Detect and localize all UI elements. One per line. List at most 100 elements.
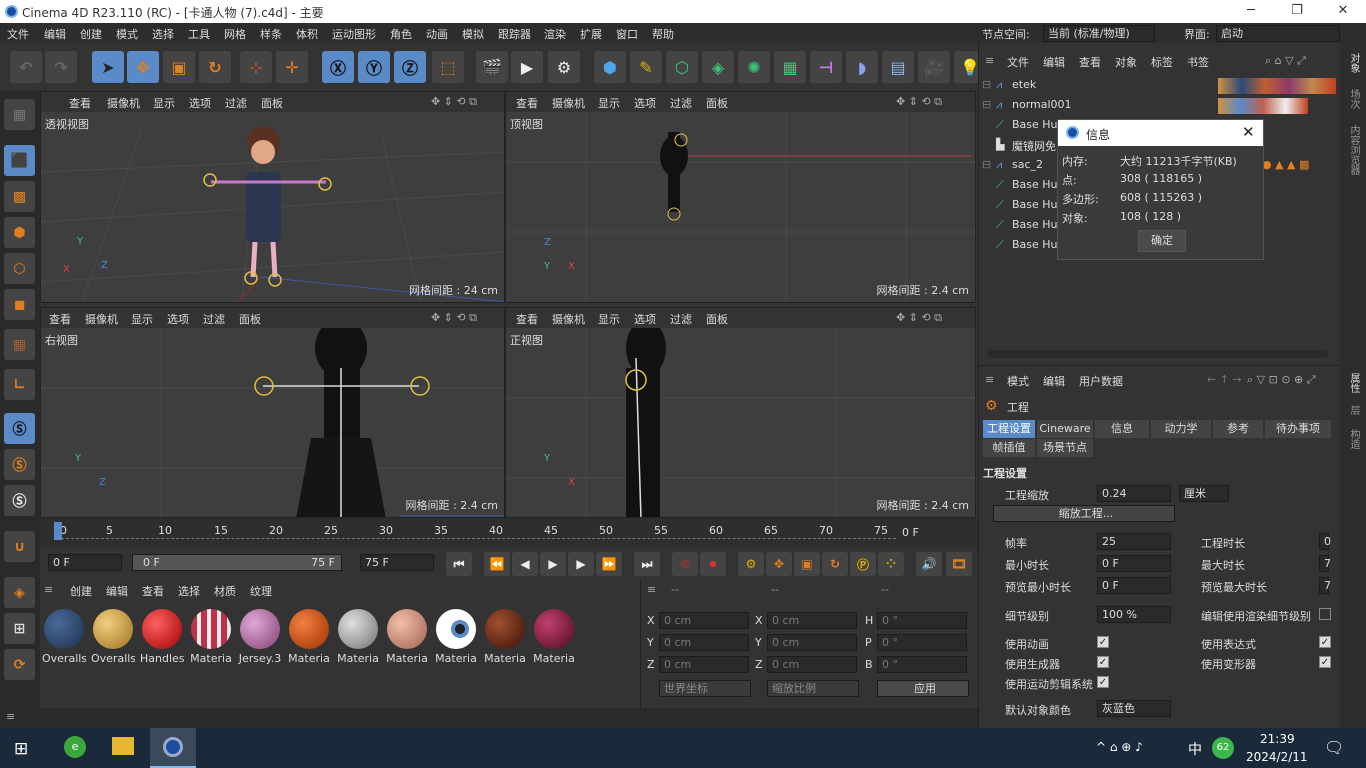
- viewport-perspective[interactable]: 查看 摄像机 显示 选项 过滤 面板 ✥ ⇕ ⟲ ⧉ 透视视图 Y X Z 网格…: [40, 91, 505, 303]
- rot-b-field[interactable]: 0 °: [877, 656, 967, 673]
- use-generators-checkbox[interactable]: ✓: [1097, 656, 1109, 668]
- menu-tracker[interactable]: 跟踪器: [498, 26, 531, 42]
- use-motion-system-checkbox[interactable]: ✓: [1097, 676, 1109, 688]
- right-tab-content-browser[interactable]: 内容浏览器: [1346, 125, 1361, 175]
- coordinate-system-icon[interactable]: ⬚: [432, 51, 464, 83]
- pen-icon[interactable]: ✎: [630, 51, 662, 83]
- preview-max-field[interactable]: 7: [1319, 577, 1331, 594]
- vp-menu-camera[interactable]: 摄像机: [85, 311, 118, 327]
- y-axis-lock-icon[interactable]: Ⓨ: [358, 51, 390, 83]
- mat-menu-material[interactable]: 材质: [214, 583, 236, 599]
- hamburger-icon[interactable]: ≡: [647, 583, 656, 596]
- size-x-field[interactable]: 0 cm: [767, 612, 857, 629]
- vp-menu-display[interactable]: 显示: [598, 311, 620, 327]
- film-icon[interactable]: 🎞: [946, 552, 972, 576]
- select-cursor-icon[interactable]: ➤: [92, 51, 124, 83]
- search-icon[interactable]: ⌕ ▽ ⊡ ⊙ ⊕ ⤢: [1247, 373, 1316, 387]
- array-icon[interactable]: ▦: [774, 51, 806, 83]
- rotate-icon[interactable]: ↻: [199, 51, 231, 83]
- mat-menu-create[interactable]: 创建: [70, 583, 92, 599]
- vp-menu-options[interactable]: 选项: [634, 311, 656, 327]
- horizontal-scrollbar[interactable]: [988, 350, 1328, 358]
- go-to-end-icon[interactable]: ⏭: [634, 552, 660, 576]
- vp-nav-icons[interactable]: ✥ ⇕ ⟲ ⧉: [896, 311, 942, 325]
- menu-mode[interactable]: 模式: [116, 26, 138, 42]
- vp-menu-view[interactable]: 查看: [516, 95, 538, 111]
- extrude-icon[interactable]: ◈: [702, 51, 734, 83]
- menu-simulate[interactable]: 模拟: [462, 26, 484, 42]
- menu-tools[interactable]: 工具: [188, 26, 210, 42]
- material-item[interactable]: Materia: [336, 609, 380, 665]
- tray-badge[interactable]: 62: [1212, 737, 1234, 759]
- menu-mesh[interactable]: 网格: [224, 26, 246, 42]
- workplane-align-icon[interactable]: ⟳: [4, 649, 35, 680]
- prev-key-icon[interactable]: ⏪: [484, 552, 510, 576]
- material-item[interactable]: Overalls: [91, 609, 135, 665]
- clock-date[interactable]: 2024/2/11: [1246, 750, 1308, 764]
- vp-menu-camera[interactable]: 摄像机: [552, 95, 585, 111]
- material-item[interactable]: Materia: [532, 609, 576, 665]
- vp-menu-view[interactable]: 查看: [516, 311, 538, 327]
- obj-menu-file[interactable]: 文件: [1007, 54, 1029, 70]
- cinema4d-taskbar-button[interactable]: [150, 728, 196, 768]
- menu-file[interactable]: 文件: [7, 26, 29, 42]
- render-picture-viewer-icon[interactable]: ▶: [511, 51, 543, 83]
- vp-menu-display[interactable]: 显示: [131, 311, 153, 327]
- sound-icon[interactable]: 🔊: [916, 552, 942, 576]
- max-time-field[interactable]: 7: [1319, 555, 1331, 572]
- fps-field[interactable]: 25: [1097, 533, 1171, 550]
- key-parameter-icon[interactable]: Ⓟ: [850, 552, 876, 576]
- end-frame-field[interactable]: 75 F: [360, 554, 434, 571]
- pos-z-field[interactable]: 0 cm: [659, 656, 749, 673]
- close-icon[interactable]: ✕: [1242, 123, 1255, 141]
- scale-project-button[interactable]: 缩放工程...: [993, 505, 1175, 522]
- material-item[interactable]: Materia: [189, 609, 233, 665]
- vp-menu-camera[interactable]: 摄像机: [552, 311, 585, 327]
- x-axis-lock-icon[interactable]: Ⓧ: [322, 51, 354, 83]
- hamburger-icon[interactable]: ≡: [6, 710, 15, 723]
- points-mode-icon[interactable]: ⬢: [4, 217, 35, 248]
- scale-unit-select[interactable]: 厘米: [1179, 485, 1229, 502]
- mat-menu-select[interactable]: 选择: [178, 583, 200, 599]
- uv-mode-icon[interactable]: ▦: [4, 329, 35, 360]
- use-expressions-checkbox[interactable]: ✓: [1319, 636, 1331, 648]
- key-pla-icon[interactable]: ⁘: [878, 552, 904, 576]
- bend-deformer-icon[interactable]: ⊣: [810, 51, 842, 83]
- clock-time[interactable]: 21:39: [1260, 732, 1295, 746]
- scale-mode-select[interactable]: 缩放比例: [767, 680, 859, 697]
- menu-create[interactable]: 创建: [80, 26, 102, 42]
- lod-field[interactable]: 100 %: [1097, 606, 1171, 623]
- viewport-front[interactable]: 查看 摄像机 显示 选项 过滤 面板 ✥ ⇕ ⟲ ⧉ 正视图 Y X 网格间距 …: [505, 307, 976, 518]
- right-tab-layers[interactable]: 层: [1346, 405, 1361, 415]
- vp-nav-icons[interactable]: ✥ ⇕ ⟲ ⧉: [896, 95, 942, 109]
- make-editable-icon[interactable]: ▦: [4, 99, 35, 130]
- vp-menu-panel[interactable]: 面板: [706, 311, 728, 327]
- vp-menu-camera[interactable]: 摄像机: [107, 95, 140, 111]
- default-color-select[interactable]: 灰蓝色: [1097, 700, 1171, 717]
- mat-menu-view[interactable]: 查看: [142, 583, 164, 599]
- apply-button[interactable]: 应用: [877, 680, 969, 697]
- snap-icon[interactable]: Ⓢ: [4, 413, 35, 444]
- pos-y-field[interactable]: 0 cm: [659, 634, 749, 651]
- key-scale-icon[interactable]: ▣: [794, 552, 820, 576]
- vp-menu-filter[interactable]: 过滤: [670, 311, 692, 327]
- camera-icon[interactable]: 🎥: [918, 51, 950, 83]
- material-item[interactable]: Jersey.3: [238, 609, 282, 665]
- duration-field[interactable]: 0: [1319, 533, 1331, 550]
- vp-menu-display[interactable]: 显示: [598, 95, 620, 111]
- material-item[interactable]: Materia: [287, 609, 331, 665]
- vp-menu-panel[interactable]: 面板: [261, 95, 283, 111]
- subdivision-icon[interactable]: ⬡: [666, 51, 698, 83]
- object-row[interactable]: ▙ 魔镜网免: [982, 136, 1062, 156]
- minimize-button[interactable]: ─: [1228, 0, 1274, 23]
- last-tool-icon[interactable]: ⊹: [240, 51, 272, 83]
- viewport-right[interactable]: 查看 摄像机 显示 选项 过滤 面板 ✥ ⇕ ⟲ ⧉ 右视图 Y Z 网格间距 …: [40, 307, 505, 518]
- next-frame-icon[interactable]: ▶: [568, 552, 594, 576]
- tab-scene-nodes[interactable]: 场景节点: [1037, 439, 1093, 457]
- preview-min-field[interactable]: 0 F: [1097, 577, 1171, 594]
- snap-settings-icon[interactable]: Ⓢ: [4, 449, 35, 480]
- obj-menu-view[interactable]: 查看: [1079, 54, 1101, 70]
- record-icon[interactable]: ⊘: [672, 552, 698, 576]
- render-view-icon[interactable]: 🎬: [476, 51, 508, 83]
- vp-nav-icons[interactable]: ✥ ⇕ ⟲ ⧉: [431, 311, 477, 325]
